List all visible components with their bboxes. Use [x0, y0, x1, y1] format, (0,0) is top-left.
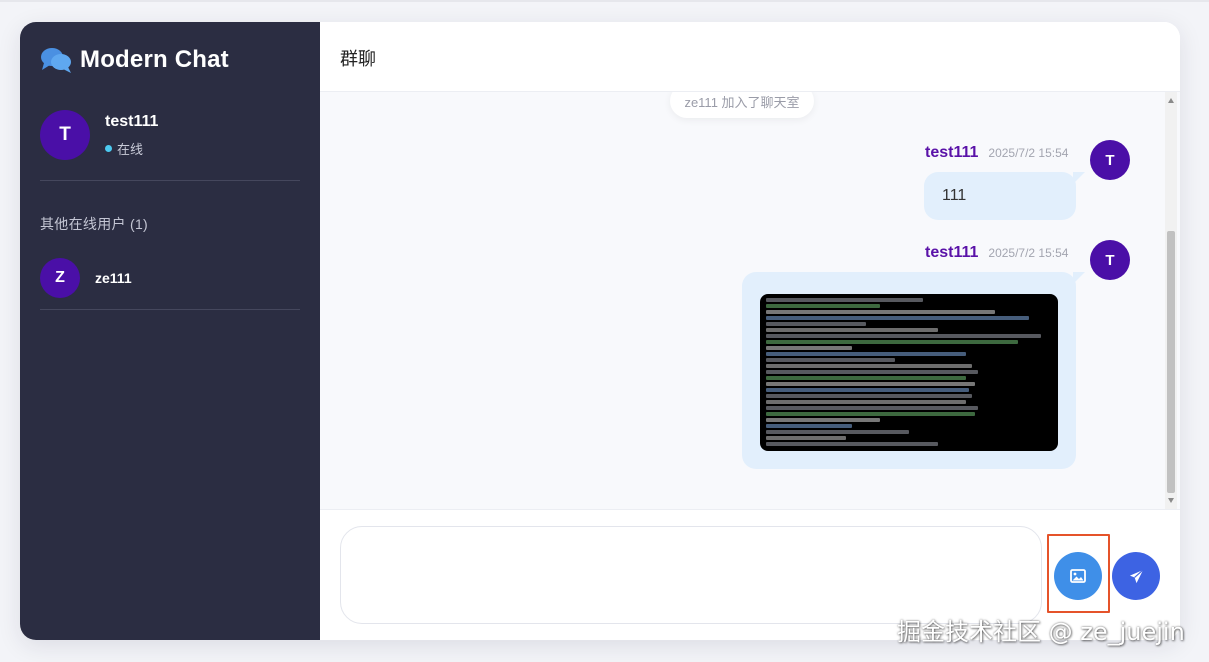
- chat-header: 群聊: [320, 22, 1180, 92]
- message-text: 111: [942, 187, 967, 204]
- message-sender: test111: [925, 244, 979, 261]
- terminal-line: [766, 334, 1041, 338]
- terminal-line: [766, 400, 967, 404]
- system-message: ze111 加入了聊天室: [670, 92, 814, 118]
- message-input[interactable]: [340, 526, 1042, 624]
- terminal-line: [766, 418, 881, 422]
- message-meta: test111 2025/7/2 15:54: [925, 244, 1068, 262]
- terminal-line: [766, 346, 852, 350]
- status-indicator: 在线: [105, 139, 158, 158]
- online-user-name: ze111: [95, 270, 132, 286]
- terminal-line: [766, 370, 978, 374]
- image-icon: [1070, 569, 1086, 583]
- terminal-line: [766, 358, 895, 362]
- upload-image-button[interactable]: [1054, 552, 1102, 600]
- terminal-line: [766, 424, 852, 428]
- comments-icon: [41, 48, 71, 73]
- sidebar: Modern Chat T test111 在线 其他在线用户 (1) Z ze…: [20, 22, 320, 640]
- terminal-line: [766, 394, 972, 398]
- terminal-line: [766, 388, 970, 392]
- chat-main: 群聊 ze111 加入了聊天室 test111 2025/7/2 15:54 T…: [320, 22, 1180, 640]
- app-title: Modern Chat: [80, 46, 229, 73]
- brand: Modern Chat: [40, 46, 229, 74]
- terminal-line: [766, 304, 881, 308]
- status-text: 在线: [117, 141, 144, 157]
- scroll-up-icon[interactable]: [1168, 98, 1174, 103]
- scroll-down-icon[interactable]: [1168, 498, 1174, 503]
- scrollbar-thumb[interactable]: [1167, 231, 1175, 493]
- message-sender: test111: [925, 144, 979, 161]
- terminal-line: [766, 406, 978, 410]
- message-bubble: [742, 272, 1085, 469]
- avatar: T: [40, 110, 90, 160]
- divider: [40, 180, 300, 181]
- bubble-tail: [1073, 272, 1085, 284]
- room-title: 群聊: [340, 49, 376, 69]
- terminal-line: [766, 310, 995, 314]
- message-list[interactable]: ze111 加入了聊天室 test111 2025/7/2 15:54 T 11…: [320, 92, 1180, 509]
- current-user-info: test111 在线: [105, 113, 158, 158]
- scrollbar[interactable]: [1165, 92, 1177, 509]
- terminal-line: [766, 298, 924, 302]
- terminal-line: [766, 364, 972, 368]
- terminal-line: [766, 412, 975, 416]
- terminal-line: [766, 376, 967, 380]
- message-time: 2025/7/2 15:54: [988, 246, 1069, 260]
- chat-app-window: Modern Chat T test111 在线 其他在线用户 (1) Z ze…: [20, 22, 1180, 640]
- terminal-line: [766, 340, 1018, 344]
- online-users-heading: 其他在线用户 (1): [40, 216, 148, 232]
- terminal-line: [766, 382, 975, 386]
- message-image-terminal-screenshot[interactable]: [760, 294, 1058, 451]
- terminal-line: [766, 430, 909, 434]
- current-user-name: test111: [105, 112, 159, 130]
- send-button[interactable]: [1112, 552, 1160, 600]
- terminal-line: [766, 442, 938, 446]
- terminal-line: [766, 328, 938, 332]
- current-user-card: T test111 在线: [40, 110, 158, 160]
- online-user-item[interactable]: Z ze111: [40, 258, 300, 298]
- avatar: T: [1090, 140, 1130, 180]
- terminal-line: [766, 436, 847, 440]
- send-icon: [1129, 569, 1143, 583]
- message-meta: test111 2025/7/2 15:54: [925, 144, 1068, 162]
- avatar: T: [1090, 240, 1130, 280]
- online-dot-icon: [105, 144, 112, 152]
- avatar: Z: [40, 258, 80, 298]
- bubble-tail: [1073, 172, 1085, 184]
- watermark: 掘金技术社区 @ ze_juejin: [897, 618, 1185, 646]
- terminal-line: [766, 322, 867, 326]
- terminal-line: [766, 352, 967, 356]
- terminal-line: [766, 316, 1030, 320]
- top-border: [0, 0, 1209, 2]
- divider: [40, 309, 300, 310]
- message-time: 2025/7/2 15:54: [988, 146, 1069, 160]
- message-bubble: 111: [924, 172, 1085, 220]
